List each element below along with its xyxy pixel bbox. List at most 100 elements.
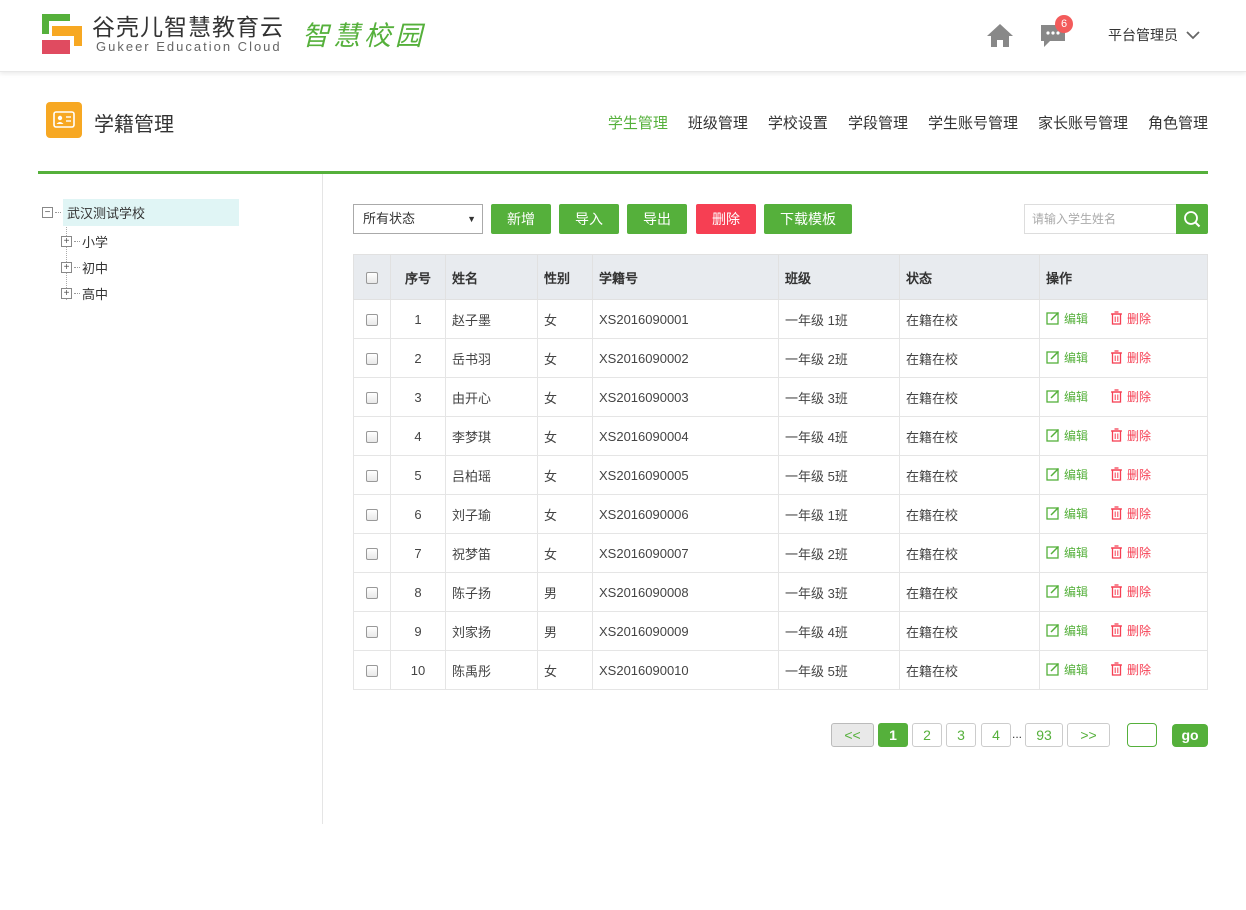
expand-icon[interactable]: +	[61, 236, 72, 247]
tree-node-label[interactable]: 初中	[82, 258, 108, 277]
page-button-2[interactable]: 2	[912, 723, 942, 747]
delete-button[interactable]: 删除	[696, 204, 756, 234]
row-checkbox[interactable]	[366, 353, 378, 366]
page-next-button[interactable]: >>	[1067, 723, 1110, 747]
row-checkbox[interactable]	[366, 587, 378, 600]
export-button[interactable]: 导出	[627, 204, 687, 234]
collapse-icon[interactable]: −	[42, 207, 53, 218]
import-button[interactable]: 导入	[559, 204, 619, 234]
tree-root-label[interactable]: 武汉测试学校	[63, 199, 239, 226]
add-button[interactable]: 新增	[491, 204, 551, 234]
nav-parent-account-management[interactable]: 家长账号管理	[1038, 112, 1128, 133]
cell-gender: 女	[537, 299, 593, 339]
tree-root-node[interactable]: − 武汉测试学校	[42, 199, 239, 226]
edit-icon	[1046, 507, 1060, 520]
cell-gender: 女	[537, 338, 593, 378]
search-button[interactable]	[1176, 204, 1208, 234]
page-prev-button[interactable]: <<	[831, 723, 874, 747]
row-checkbox[interactable]	[366, 665, 378, 678]
row-checkbox[interactable]	[366, 626, 378, 639]
table-row: 7 祝梦笛女 XS2016090007 一年级 2班 在籍在校 编辑 删除	[353, 533, 1208, 573]
row-edit-button[interactable]: 编辑	[1046, 388, 1088, 405]
row-edit-button[interactable]: 编辑	[1046, 505, 1088, 522]
row-checkbox[interactable]	[366, 392, 378, 405]
row-delete-button[interactable]: 删除	[1110, 661, 1151, 678]
user-menu[interactable]: 平台管理员	[1108, 25, 1200, 45]
row-delete-button[interactable]: 删除	[1110, 349, 1151, 366]
cell-index: 10	[390, 650, 446, 690]
cell-status: 在籍在校	[899, 377, 1040, 417]
row-edit-button[interactable]: 编辑	[1046, 310, 1088, 327]
row-edit-button[interactable]: 编辑	[1046, 661, 1088, 678]
row-checkbox[interactable]	[366, 548, 378, 561]
tree-node-senior[interactable]: + 高中	[61, 284, 108, 303]
cell-index: 3	[390, 377, 446, 417]
edit-label: 编辑	[1064, 389, 1089, 404]
page-button-1[interactable]: 1	[878, 723, 908, 747]
row-edit-button[interactable]: 编辑	[1046, 427, 1088, 444]
tree-node-label[interactable]: 小学	[82, 232, 108, 251]
tree-node-primary[interactable]: + 小学	[61, 232, 108, 251]
nav-student-account-management[interactable]: 学生账号管理	[928, 112, 1018, 133]
cell-student-id: XS2016090005	[592, 455, 779, 495]
cell-index: 8	[390, 572, 446, 612]
student-search-input[interactable]: 请输入学生姓名	[1024, 204, 1176, 234]
delete-label: 删除	[1127, 623, 1152, 638]
page-button-3[interactable]: 3	[946, 723, 976, 747]
row-checkbox[interactable]	[366, 509, 378, 522]
cell-index: 4	[390, 416, 446, 456]
edit-label: 编辑	[1064, 350, 1089, 365]
cell-actions: 编辑 删除	[1039, 299, 1208, 339]
row-edit-button[interactable]: 编辑	[1046, 466, 1088, 483]
chevron-down-icon	[1186, 31, 1200, 40]
nav-stage-management[interactable]: 学段管理	[848, 112, 908, 133]
cell-actions: 编辑 删除	[1039, 650, 1208, 690]
row-edit-button[interactable]: 编辑	[1046, 583, 1088, 600]
select-all-checkbox[interactable]	[366, 272, 378, 285]
row-checkbox[interactable]	[366, 470, 378, 483]
tree-node-label[interactable]: 高中	[82, 284, 108, 303]
cell-status: 在籍在校	[899, 572, 1040, 612]
row-delete-button[interactable]: 删除	[1110, 310, 1151, 327]
row-delete-button[interactable]: 删除	[1110, 388, 1151, 405]
cell-status: 在籍在校	[899, 650, 1040, 690]
cell-class: 一年级 4班	[778, 416, 900, 456]
row-edit-button[interactable]: 编辑	[1046, 622, 1088, 639]
cell-index: 7	[390, 533, 446, 573]
expand-icon[interactable]: +	[61, 288, 72, 299]
download-template-button[interactable]: 下载模板	[764, 204, 852, 234]
page-jump-input[interactable]	[1127, 723, 1157, 747]
home-icon[interactable]	[985, 20, 1015, 50]
delete-label: 删除	[1127, 506, 1152, 521]
trash-icon	[1111, 350, 1123, 364]
row-delete-button[interactable]: 删除	[1110, 544, 1151, 561]
nav-student-management[interactable]: 学生管理	[608, 112, 668, 133]
nav-school-settings[interactable]: 学校设置	[768, 112, 828, 133]
edit-icon	[1046, 624, 1060, 637]
row-delete-button[interactable]: 删除	[1110, 427, 1151, 444]
table-row: 3 由开心女 XS2016090003 一年级 3班 在籍在校 编辑 删除	[353, 377, 1208, 417]
row-select-cell	[353, 416, 391, 456]
row-delete-button[interactable]: 删除	[1110, 622, 1151, 639]
tree-node-junior[interactable]: + 初中	[61, 258, 108, 277]
cell-student-id: XS2016090003	[592, 377, 779, 417]
row-delete-button[interactable]: 删除	[1110, 583, 1151, 600]
nav-class-management[interactable]: 班级管理	[688, 112, 748, 133]
nav-role-management[interactable]: 角色管理	[1148, 112, 1208, 133]
page-button-4[interactable]: 4	[981, 723, 1011, 747]
expand-icon[interactable]: +	[61, 262, 72, 273]
cell-index: 1	[390, 299, 446, 339]
row-edit-button[interactable]: 编辑	[1046, 544, 1088, 561]
table-row: 10 陈禹彤女 XS2016090010 一年级 5班 在籍在校 编辑 删除	[353, 650, 1208, 690]
table-row: 4 李梦琪女 XS2016090004 一年级 4班 在籍在校 编辑 删除	[353, 416, 1208, 456]
row-delete-button[interactable]: 删除	[1110, 505, 1151, 522]
row-checkbox[interactable]	[366, 431, 378, 444]
page-go-button[interactable]: go	[1172, 724, 1208, 747]
row-checkbox[interactable]	[366, 314, 378, 327]
cell-name: 刘家扬	[445, 611, 538, 651]
page-button-last[interactable]: 93	[1025, 723, 1063, 747]
row-delete-button[interactable]: 删除	[1110, 466, 1151, 483]
status-filter-select[interactable]: 所有状态 ▼	[353, 204, 483, 234]
row-edit-button[interactable]: 编辑	[1046, 349, 1088, 366]
cell-class: 一年级 5班	[778, 455, 900, 495]
